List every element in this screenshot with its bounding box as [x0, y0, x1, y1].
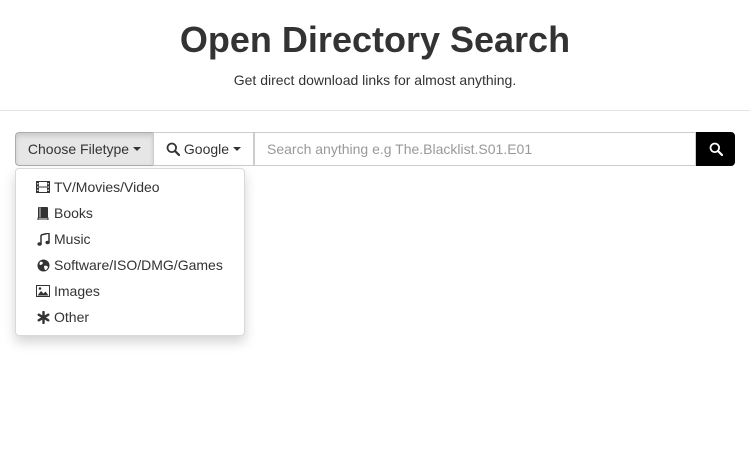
menu-item-label: Books: [54, 205, 93, 221]
search-bar: Choose Filetype Google: [15, 132, 735, 166]
search-input[interactable]: [254, 132, 696, 166]
caret-down-icon: [233, 147, 242, 151]
menu-item-label: Other: [54, 309, 90, 325]
menu-item-music[interactable]: Music: [16, 226, 244, 252]
search-icon: [709, 142, 723, 156]
search-engine-label: Google: [183, 141, 230, 157]
picture-icon: [36, 284, 50, 298]
menu-item-images[interactable]: Images: [16, 278, 244, 304]
page-subtitle: Get direct download links for almost any…: [233, 72, 517, 88]
music-icon: [36, 232, 50, 246]
globe-icon: [36, 258, 50, 272]
menu-item-label: TV/Movies/Video: [54, 179, 160, 195]
menu-item-video[interactable]: TV/Movies/Video: [16, 174, 244, 200]
menu-item-other[interactable]: Other: [16, 304, 244, 330]
menu-item-label: Software/ISO/DMG/Games: [54, 257, 223, 273]
film-icon: [36, 180, 50, 194]
book-icon: [36, 206, 50, 220]
asterisk-icon: [36, 310, 50, 324]
filetype-dropdown-menu: TV/Movies/Video Books Music Software/ISO…: [15, 168, 245, 336]
page-title: Open Directory Search: [179, 19, 571, 60]
page-header: Open Directory Search Get direct downloa…: [0, 0, 750, 111]
menu-item-books[interactable]: Books: [16, 200, 244, 226]
choose-filetype-label: Choose Filetype: [27, 141, 130, 157]
menu-item-label: Images: [54, 283, 100, 299]
menu-item-software[interactable]: Software/ISO/DMG/Games: [16, 252, 244, 278]
search-engine-button[interactable]: Google: [153, 132, 254, 166]
search-icon: [166, 142, 180, 156]
menu-item-label: Music: [54, 231, 91, 247]
search-submit-button[interactable]: [696, 132, 735, 166]
caret-down-icon: [133, 147, 142, 151]
choose-filetype-button[interactable]: Choose Filetype: [15, 132, 154, 166]
